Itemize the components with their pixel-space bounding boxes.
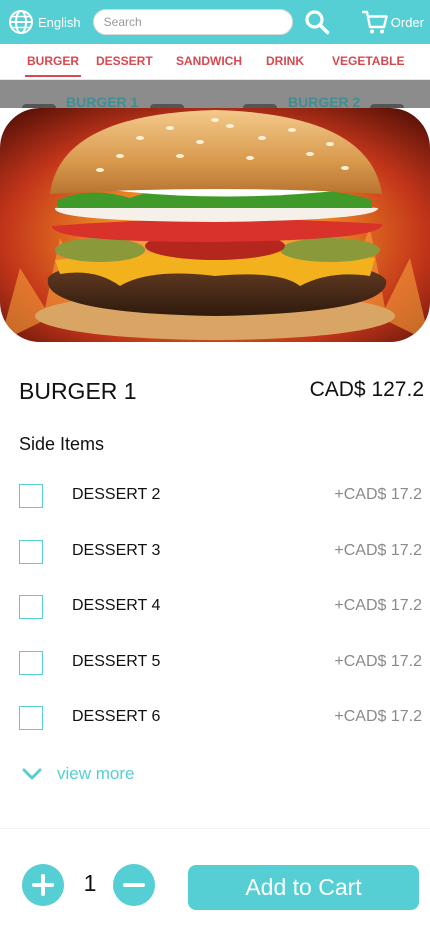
tab-burger[interactable]: BURGER: [24, 54, 82, 77]
tab-drink[interactable]: DRINK: [266, 54, 304, 68]
side-item-row[interactable]: DESSERT 5 +CAD$ 17.2: [0, 647, 430, 677]
search-button[interactable]: [303, 8, 331, 36]
search-icon: [305, 10, 329, 35]
app-header: English Order: [0, 0, 430, 44]
side-item-checkbox[interactable]: [19, 595, 43, 619]
cart-footer: 1 Add to Cart: [0, 828, 430, 932]
side-item-row[interactable]: DESSERT 2 +CAD$ 17.2: [0, 480, 430, 510]
side-item-price: +CAD$ 17.2: [334, 542, 422, 559]
side-item-checkbox[interactable]: [19, 651, 43, 675]
product-price: CAD$ 127.2: [309, 378, 424, 401]
minus-icon: [123, 883, 145, 887]
quantity-value: 1: [83, 870, 97, 896]
increase-quantity-button[interactable]: [22, 864, 64, 906]
side-item-name: DESSERT 5: [72, 653, 161, 670]
side-item-name: DESSERT 6: [72, 708, 161, 725]
tab-sandwich[interactable]: SANDWICH: [176, 54, 242, 68]
side-item-price: +CAD$ 17.2: [334, 486, 422, 503]
side-item-row[interactable]: DESSERT 6 +CAD$ 17.2: [0, 702, 430, 732]
product-image: [0, 108, 430, 342]
tab-dessert[interactable]: DESSERT: [96, 54, 153, 68]
product-name: BURGER 1: [19, 378, 137, 404]
decrease-quantity-button[interactable]: [113, 864, 155, 906]
language-selector[interactable]: English: [8, 9, 81, 35]
language-label: English: [38, 14, 81, 30]
side-item-name: DESSERT 4: [72, 597, 161, 614]
side-item-name: DESSERT 3: [72, 542, 161, 559]
side-item-checkbox[interactable]: [19, 484, 43, 508]
cart-icon: [361, 10, 388, 34]
product-detail-sheet: BURGER 1 CAD$ 127.2 Side Items DESSERT 2…: [0, 108, 430, 932]
tab-vegetable[interactable]: VEGETABLE: [332, 54, 404, 68]
side-item-row[interactable]: DESSERT 3 +CAD$ 17.2: [0, 536, 430, 566]
view-more-label: view more: [57, 764, 135, 783]
add-to-cart-button[interactable]: Add to Cart: [188, 865, 419, 910]
globe-icon: [9, 10, 33, 34]
side-item-row[interactable]: DESSERT 4 +CAD$ 17.2: [0, 591, 430, 621]
search-input[interactable]: [92, 9, 293, 35]
category-tabs: BURGER DESSERT SANDWICH DRINK VEGETABLE: [0, 44, 430, 80]
view-more-button[interactable]: view more: [22, 764, 134, 784]
chevron-down-icon: [22, 768, 42, 780]
side-item-checkbox[interactable]: [19, 540, 43, 564]
order-label: Order: [390, 14, 424, 30]
side-item-price: +CAD$ 17.2: [334, 597, 422, 614]
side-items-title: Side Items: [19, 434, 105, 454]
side-item-price: +CAD$ 17.2: [334, 708, 422, 725]
side-item-price: +CAD$ 17.2: [334, 653, 422, 670]
order-button[interactable]: Order: [361, 8, 424, 36]
plus-icon: [32, 874, 54, 896]
side-item-checkbox[interactable]: [19, 706, 43, 730]
side-item-name: DESSERT 2: [72, 486, 161, 503]
